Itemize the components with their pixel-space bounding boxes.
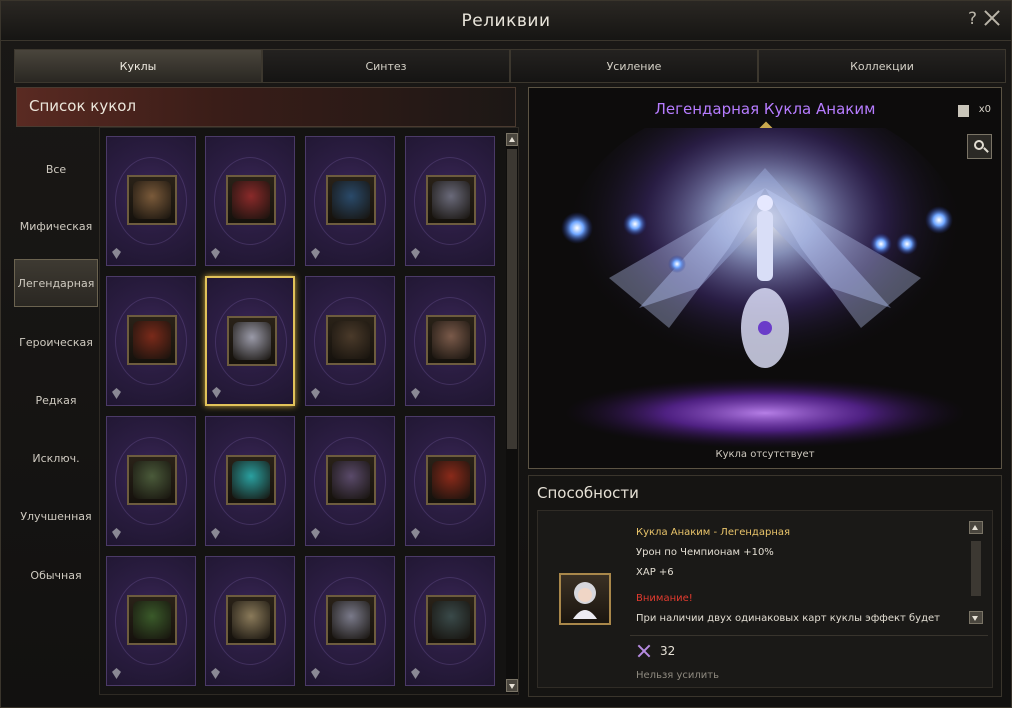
gem-icon [211,668,220,679]
warning-text: При наличии двух одинаковых карт куклы э… [636,613,940,624]
doll-card[interactable] [405,556,495,686]
blue-beast-doll-icon [326,175,376,225]
close-icon[interactable] [981,7,1003,29]
doll-preview-panel: Легендарная Кукла Анаким x0 Кукла отсутс… [528,87,1002,469]
abilities-scrollbar[interactable] [969,521,983,633]
gem-icon [411,668,420,679]
tab-dolls[interactable]: Куклы [14,49,262,83]
gem-icon [112,668,121,679]
doll-card-grid [99,127,519,695]
doll-list-title: Список кукол [29,97,137,115]
gem-icon [112,388,121,399]
gem-icon [212,387,221,398]
gem-icon [311,388,320,399]
abilities-box: Кукла Анаким - Легендарная Урон по Чемпи… [537,510,993,688]
skull-knight-doll-icon [426,175,476,225]
ability-title: Кукла Анаким - Легендарная [636,527,790,538]
crystal-orb-doll-icon [226,455,276,505]
gem-icon [311,528,320,539]
anakim-doll-icon [227,316,277,366]
tab-collections[interactable]: Коллекции [758,49,1006,83]
doll-card[interactable] [305,276,395,406]
gem-icon [211,528,220,539]
category-common[interactable]: Обычная [14,551,98,599]
abilities-panel: Способности Кукла Анаким - Легендарная У… [528,475,1002,697]
tab-enhance[interactable]: Усиление [510,49,758,83]
anakim-doll-icon [559,573,611,625]
gem-icon [211,248,220,259]
gem-icon [311,248,320,259]
abilities-title: Способности [537,484,639,502]
doll-card[interactable] [205,416,295,546]
enhance-status: Нельзя усилить [636,670,719,681]
doll-card[interactable] [205,136,295,266]
doll-card[interactable] [106,416,196,546]
doll-card[interactable] [405,136,495,266]
scroll-down-icon[interactable] [506,679,518,692]
doll-name: Легендарная Кукла Анаким [654,100,876,118]
warning-title: Внимание! [636,593,693,604]
tribal-mask-doll-icon [426,315,476,365]
category-all[interactable]: Все [14,145,98,193]
scroll-down-icon[interactable] [969,611,983,624]
category-improved[interactable]: Улучшенная [14,492,98,540]
doll-status: Кукла отсутствует [715,449,815,460]
priest-doll-icon [226,595,276,645]
ability-line-2: ХАР +6 [636,567,674,578]
doll-artwork [529,128,1001,468]
category-heroic[interactable]: Героическая [14,318,98,366]
red-dragon-doll-icon [127,315,177,365]
main-tabs: Куклы Синтез Усиление Коллекции [14,49,1006,83]
scroll-up-icon[interactable] [506,133,518,146]
card-count-icon [958,105,969,117]
window-title: Реликвии [461,11,551,31]
category-legendary[interactable]: Легендарная [14,259,98,307]
red-demon-doll-icon [226,175,276,225]
doll-card[interactable] [305,556,395,686]
doll-card[interactable] [106,276,196,406]
dark-beast-doll-icon [326,315,376,365]
gem-icon [311,668,320,679]
card-grid-scrollbar[interactable] [506,133,518,693]
combat-power-stat: 32 [636,643,675,659]
category-exclusive[interactable]: Исключ. [14,434,98,482]
category-list: Все Мифическая Легендарная Героическая Р… [14,133,98,693]
card-count: x0 [978,104,991,115]
witch-doll-icon [326,455,376,505]
gem-icon [411,388,420,399]
doll-card[interactable] [405,276,495,406]
zoom-button[interactable] [967,134,992,159]
scroll-thumb[interactable] [971,541,981,596]
girl-doll-icon [127,175,177,225]
orc-doll-icon [127,595,177,645]
title-bar: Реликвии ? [1,1,1011,41]
combat-power-value: 32 [660,644,676,658]
relics-window: Реликвии ? Куклы Синтез Усиление Коллекц… [0,0,1012,708]
doll-card[interactable] [405,416,495,546]
scroll-up-icon[interactable] [969,521,983,534]
armored-knight-doll-icon [426,595,476,645]
doll-card[interactable] [106,136,196,266]
scroll-thumb[interactable] [507,149,517,449]
fire-demon-doll-icon [426,455,476,505]
gem-icon [411,528,420,539]
doll-card[interactable] [305,136,395,266]
doll-card[interactable] [205,556,295,686]
doll-card[interactable] [305,416,395,546]
gem-icon [112,528,121,539]
gem-icon [112,248,121,259]
white-knight-doll-icon [326,595,376,645]
gem-icon [411,248,420,259]
doll-card[interactable] [106,556,196,686]
category-mythic[interactable]: Мифическая [14,202,98,250]
category-rare[interactable]: Редкая [14,376,98,424]
crossed-swords-icon [636,643,652,659]
help-button[interactable]: ? [968,9,977,29]
doll-card[interactable] [205,276,295,406]
tab-synthesis[interactable]: Синтез [262,49,510,83]
ability-line-1: Урон по Чемпионам +10% [636,547,774,558]
golem-doll-icon [127,455,177,505]
doll-list-header: Список кукол [16,87,516,127]
